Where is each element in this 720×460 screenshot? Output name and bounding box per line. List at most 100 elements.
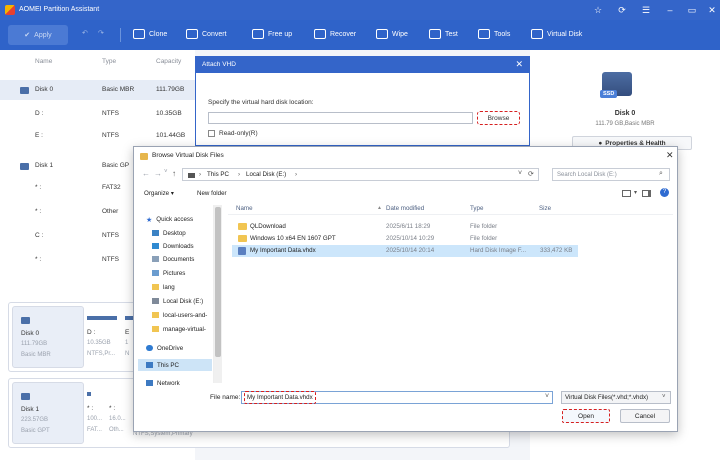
column-header-size[interactable]: Size [539,205,551,212]
search-icon: ⌕ [659,170,663,177]
nav-pictures[interactable]: Pictures [152,267,220,279]
column-header-name: Name [35,58,53,65]
row-name: D : [35,110,44,117]
row-type: NTFS [102,256,119,263]
close-icon[interactable]: ✕ [666,150,674,161]
new-folder-button[interactable]: New folder [197,190,227,197]
nav-local-disk[interactable]: Local Disk (E:) [152,295,220,307]
nav-desktop[interactable]: Desktop [152,227,220,239]
vhd-path-input[interactable] [208,112,473,124]
partition-row[interactable]: D : NTFS 10.35GB [0,104,195,124]
attach-vhd-dialog: Attach VHD ✕ Specify the virtual hard di… [195,56,530,146]
toolbar-virtual-disk[interactable]: Virtual Disk [531,29,582,39]
up-icon[interactable]: ↑ [172,169,176,178]
row-name: Disk 1 [35,162,54,169]
nav-local-users[interactable]: local-users-and- [152,309,220,321]
nav-onedrive[interactable]: OneDrive [146,342,214,354]
partition-block[interactable]: D : 10.35GB NTFS,Pr... [87,306,123,368]
convert-icon [186,29,198,39]
browse-button[interactable]: Browse [477,111,520,125]
partition-size: 1 [125,340,129,346]
close-icon[interactable]: ✕ [706,4,718,16]
nav-this-pc[interactable]: This PC [138,359,212,371]
chevron-down-icon[interactable]: ▾ [634,189,637,196]
refresh-icon[interactable]: ⟳ [616,4,628,16]
disk-card[interactable]: Disk 0 111.79GB Basic MBR [12,306,84,368]
preview-pane-icon[interactable] [642,190,651,197]
filename-value[interactable]: My Important Data.vhdx [244,391,316,404]
file-date: 2025/6/11 18:29 [386,223,431,230]
partition-size: 16.0... [109,416,126,422]
forward-icon[interactable]: → [154,169,162,178]
disk-row[interactable]: Disk 0 Basic MBR 111.79GB [0,80,195,100]
disk-card[interactable]: Disk 1 223.57GB Basic GPT [12,382,84,444]
star-icon[interactable]: ☆ [592,4,604,16]
test-icon [429,29,441,39]
menu-icon[interactable]: ☰ [640,4,652,16]
nav-manage-virtual[interactable]: manage-virtual- [152,323,220,335]
free-up-icon [252,29,264,39]
virtual-disk-icon [531,29,543,39]
file-row-selected[interactable]: My Important Data.vhdx 2025/10/14 20:14 … [232,245,578,257]
nav-network[interactable]: Network [146,377,214,389]
view-icon[interactable] [622,190,631,197]
nav-quick-access[interactable]: ★ Quick access [146,213,214,225]
toolbar-recover[interactable]: Recover [314,29,356,39]
file-row[interactable]: QLDownload 2025/6/11 18:29 File folder [232,221,578,233]
search-input[interactable]: Search Local Disk (E:) ⌕ [552,168,670,181]
toolbar-wipe[interactable]: Wipe [376,29,408,39]
file-row[interactable]: Windows 10 x64 EN 1607 GPT 2025/10/14 10… [232,233,578,245]
minimize-icon[interactable]: – [664,4,676,16]
usage-bar [87,392,91,396]
close-icon[interactable]: ✕ [515,59,523,70]
toolbar-free-up[interactable]: Free up [252,29,292,39]
nav-lang[interactable]: lang [152,281,220,293]
organize-button[interactable]: Organize ▾ [144,190,174,197]
partition-block[interactable]: * : 100... FAT... [87,382,107,444]
chevron-down-icon[interactable]: ˅ [164,169,168,175]
nav-documents[interactable]: Documents [152,253,220,265]
apply-button[interactable]: ✔ Apply [8,25,68,45]
row-type: Basic GP [102,162,130,169]
file-date: 2025/10/14 20:14 [386,247,435,254]
redo-icon[interactable]: ↷ [98,29,104,37]
help-icon[interactable]: ? [660,188,669,197]
cancel-button[interactable]: Cancel [620,409,670,423]
nav-label: Local Disk (E:) [163,297,204,305]
partition-size: 10.35GB [87,340,111,346]
partition-row[interactable]: E : NTFS 101.44GB [0,126,195,146]
back-icon[interactable]: ← [142,169,150,178]
nav-scrollbar-thumb[interactable] [215,207,221,357]
maximize-icon[interactable]: ▭ [686,4,698,16]
filename-label: File name: [210,394,241,401]
nav-label: OneDrive [157,344,184,352]
toolbar-label: Convert [202,30,227,38]
chevron-down-icon[interactable]: ˅ [518,170,522,177]
column-header-type[interactable]: Type [470,205,483,212]
column-header-name[interactable]: Name [236,205,253,212]
refresh-icon[interactable]: ⟳ [528,170,534,178]
breadcrumb-local-disk[interactable]: Local Disk (E:) [246,171,286,178]
disk-card-name: Disk 0 [21,330,40,337]
undo-icon[interactable]: ↶ [82,29,88,37]
chevron-down-icon[interactable]: ˅ [545,393,549,400]
open-button[interactable]: Open [562,409,610,423]
column-header-date[interactable]: Date modified [386,205,424,212]
readonly-checkbox[interactable] [208,130,215,137]
breadcrumb-sep: › [238,171,241,178]
usage-bar [125,316,133,320]
partition-block[interactable]: * : 16.0... Oth... [109,382,131,444]
address-bar[interactable]: › This PC › Local Disk (E:) › ˅ ⟳ [182,168,539,181]
toolbar-clone[interactable]: Clone [133,29,167,39]
filetype-select[interactable]: Virtual Disk Files(*.vhd;*.vhdx) ˅ [561,391,671,404]
nav-label: Documents [163,255,195,263]
filetype-value: Virtual Disk Files(*.vhd;*.vhdx) [565,394,649,401]
nav-downloads[interactable]: Downloads [152,240,220,252]
toolbar-test[interactable]: Test [429,29,458,39]
toolbar-convert[interactable]: Convert [186,29,227,39]
breadcrumb-this-pc[interactable]: This PC [207,171,229,178]
search-placeholder: Search Local Disk (E:) [557,172,617,178]
toolbar-tools[interactable]: Tools [478,29,510,39]
title-bar: AOMEI Partition Assistant ☆ ⟳ ☰ – ▭ ✕ [0,0,720,20]
row-name: * : [35,184,42,191]
